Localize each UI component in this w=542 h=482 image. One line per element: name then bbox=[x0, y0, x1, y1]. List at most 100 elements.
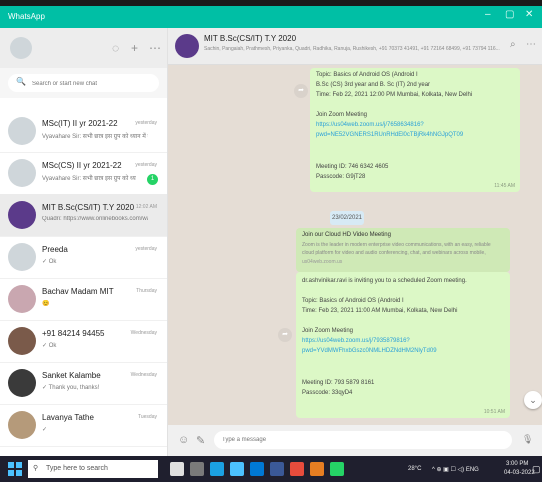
message-line: Join Zoom Meeting bbox=[316, 112, 368, 118]
message-line: dr.ashvinikar.ravi is inviting you to a … bbox=[302, 278, 467, 284]
chat-snippet: ✓ Thank you, thanks! bbox=[42, 385, 100, 391]
chat-snippet: ✓ Ok bbox=[42, 259, 57, 265]
window-title: WhatsApp bbox=[8, 12, 45, 21]
chat-snippet: ✓ Ok bbox=[42, 343, 57, 349]
search-bar: 🔍 bbox=[0, 68, 167, 98]
taskbar-search-placeholder: Type here to search bbox=[46, 465, 108, 472]
conversation-pane: MIT B.Sc(CS/IT) T.Y 2020 Sachin, Pangaia… bbox=[168, 28, 542, 456]
file-explorer-icon[interactable] bbox=[230, 462, 244, 476]
message-line: Time: Feb 23, 2021 11:00 AM Mumbai, Kolk… bbox=[302, 308, 458, 314]
message-bubble-zoom-invite-2: dr.ashvinikar.ravi is inviting you to a … bbox=[296, 272, 510, 418]
message-line: Topic: Basics of Android OS (Android I bbox=[316, 72, 418, 78]
chat-item-msc-cs[interactable]: MSc(CS) II yr 2021-22 yesterday Vyavahar… bbox=[0, 152, 167, 195]
chat-name: Sanket Kalambe bbox=[42, 371, 101, 380]
zoom-link[interactable]: pwd=NE52VGNERS1RUnRHdEl0cTBjRk4hNGJpQT09 bbox=[316, 132, 463, 138]
group-avatar[interactable] bbox=[175, 34, 199, 58]
chat-item-preeda[interactable]: Preeda yesterday ✓ Ok bbox=[0, 236, 167, 279]
maximize-button[interactable]: ▢ bbox=[505, 9, 514, 20]
emoji-icon[interactable]: ☺ bbox=[178, 434, 189, 446]
chat-item-msc-it[interactable]: MSc(IT) II yr 2021-22 yesterday Vyavahar… bbox=[0, 110, 167, 153]
forward-icon[interactable]: ➦ bbox=[278, 328, 292, 342]
close-window-button[interactable]: ✕ bbox=[525, 9, 533, 20]
link-preview-bubble[interactable]: Join our Cloud HD Video Meeting Zoom is … bbox=[296, 228, 510, 272]
chat-item-bachav-madam[interactable]: Bachav Madam MIT Thursday 😊 bbox=[0, 278, 167, 321]
message-line: B.Sc (CS) 3rd year and B. Sc (IT) 2nd ye… bbox=[316, 82, 431, 88]
weather-text[interactable]: 28°C bbox=[408, 466, 421, 472]
microphone-icon[interactable]: 🎙 bbox=[522, 434, 533, 445]
profile-avatar[interactable] bbox=[10, 37, 32, 59]
chat-avatar bbox=[8, 243, 36, 271]
preview-title: Join our Cloud HD Video Meeting bbox=[302, 232, 391, 238]
chat-sidebar: ◌ + ⋯ 🔍 MSc(IT) II yr 2021-22 yesterday … bbox=[0, 28, 168, 456]
chat-item-phone-contact[interactable]: +91 84214 94455 Wednesday ✓ Ok bbox=[0, 320, 167, 363]
chat-snippet: 😊 bbox=[42, 301, 50, 307]
chat-avatar bbox=[8, 159, 36, 187]
conversation-menu-icon[interactable]: ⋯ bbox=[526, 39, 536, 50]
forward-icon[interactable]: ➦ bbox=[294, 84, 308, 98]
message-composer: ☺ ✎ 🎙 bbox=[168, 425, 542, 456]
message-line: Join Zoom Meeting bbox=[302, 328, 354, 334]
mail-icon[interactable] bbox=[270, 462, 284, 476]
cortana-icon[interactable] bbox=[170, 462, 184, 476]
minimize-button[interactable]: – bbox=[485, 9, 491, 20]
chat-snippet: Vyavahare Sir: सभी छात्र इस ग्रुप को ध्य… bbox=[42, 134, 148, 140]
chrome-icon[interactable] bbox=[290, 462, 304, 476]
message-line: Meeting ID: 746 6342 4605 bbox=[316, 164, 389, 170]
chat-time: yesterday bbox=[135, 246, 157, 252]
scroll-down-button[interactable]: ⌄ bbox=[524, 391, 542, 409]
zoom-link[interactable]: https://us04web.zoom.us/j/7935879816? bbox=[302, 338, 410, 344]
message-line: Meeting ID: 793 5879 8161 bbox=[302, 380, 375, 386]
chat-item-mit-bsc[interactable]: MIT B.Sc(CS/IT) T.Y 2020 12:02 AM Quadri… bbox=[0, 194, 167, 237]
chat-avatar bbox=[8, 201, 36, 229]
chat-name: Preeda bbox=[42, 245, 68, 254]
conversation-header[interactable]: MIT B.Sc(CS/IT) T.Y 2020 Sachin, Pangaia… bbox=[168, 28, 542, 65]
whatsapp-taskbar-icon[interactable] bbox=[330, 462, 344, 476]
chat-item-lavanya-tathe[interactable]: Lavanya Tathe Tuesday ✓ bbox=[0, 404, 167, 447]
chat-time: Tuesday bbox=[138, 414, 157, 420]
message-line: Time: Feb 22, 2021 12:00 PM Mumbai, Kolk… bbox=[316, 92, 473, 98]
clock-time[interactable]: 3:00 PM bbox=[506, 461, 528, 467]
chat-time: yesterday bbox=[135, 120, 157, 126]
chat-name: +91 84214 94455 bbox=[42, 329, 105, 338]
attach-icon[interactable]: ✎ bbox=[196, 434, 205, 447]
chat-time: Wednesday bbox=[130, 330, 157, 336]
store-icon[interactable] bbox=[250, 462, 264, 476]
sidebar-header: ◌ + ⋯ bbox=[0, 28, 167, 68]
windows-start-icon[interactable] bbox=[8, 462, 22, 476]
unread-badge: 1 bbox=[147, 174, 158, 185]
chat-time: 12:02 AM bbox=[135, 204, 157, 210]
message-line: Passcode: G9jT28 bbox=[316, 174, 366, 180]
system-tray-icons[interactable]: ^ ⊕ ▣ ☐ ◁) ENG bbox=[432, 466, 479, 473]
new-chat-icon[interactable]: + bbox=[131, 41, 138, 55]
search-input[interactable] bbox=[30, 76, 154, 92]
date-separator: 23/02/2021 bbox=[330, 211, 364, 225]
chat-name: MSc(CS) II yr 2021-22 bbox=[42, 161, 122, 170]
chat-name: MIT B.Sc(CS/IT) T.Y 2020 bbox=[42, 203, 135, 212]
notification-icon[interactable]: ▢ bbox=[532, 464, 541, 475]
chat-avatar bbox=[8, 117, 36, 145]
chat-time: Wednesday bbox=[130, 372, 157, 378]
zoom-link[interactable]: https://us04web.zoom.us/j/7658634816? bbox=[316, 122, 424, 128]
chat-item-sanket-kalambe[interactable]: Sanket Kalambe Wednesday ✓ Thank you, th… bbox=[0, 362, 167, 405]
app-icon[interactable] bbox=[310, 462, 324, 476]
search-icon: 🔍 bbox=[16, 77, 26, 86]
taskbar-search[interactable]: ⚲ Type here to search bbox=[28, 460, 158, 478]
chat-time: yesterday bbox=[135, 162, 157, 168]
menu-icon[interactable]: ⋯ bbox=[149, 41, 161, 55]
group-members: Sachin, Pangaiah, Prathmesh, Priyanka, Q… bbox=[204, 46, 500, 52]
clock-date[interactable]: 04-03-2022 bbox=[504, 470, 535, 476]
chat-snippet: Quadri: https://www.onlinebooks.com/watc… bbox=[42, 216, 148, 222]
whatsapp-app: ◌ + ⋯ 🔍 MSc(IT) II yr 2021-22 yesterday … bbox=[0, 28, 542, 456]
edge-browser-icon[interactable] bbox=[210, 462, 224, 476]
search-box[interactable]: 🔍 bbox=[8, 74, 159, 92]
search-messages-icon[interactable]: ⌕ bbox=[510, 39, 516, 50]
chat-name: Bachav Madam MIT bbox=[42, 287, 114, 296]
status-icon[interactable]: ◌ bbox=[112, 41, 119, 55]
taskbar-search-icon: ⚲ bbox=[33, 465, 39, 472]
task-view-icon[interactable] bbox=[190, 462, 204, 476]
chat-snippet: Vyavahare Sir: सभी छात्र इस ग्रुप को ध्य… bbox=[42, 176, 136, 182]
message-input[interactable] bbox=[214, 431, 512, 449]
zoom-link[interactable]: pwd=YVdMWFhxbGszc0NMLHDZNdHM2NlyTd09 bbox=[302, 348, 437, 354]
chat-avatar bbox=[8, 369, 36, 397]
message-time: 11:45 AM bbox=[494, 183, 515, 189]
